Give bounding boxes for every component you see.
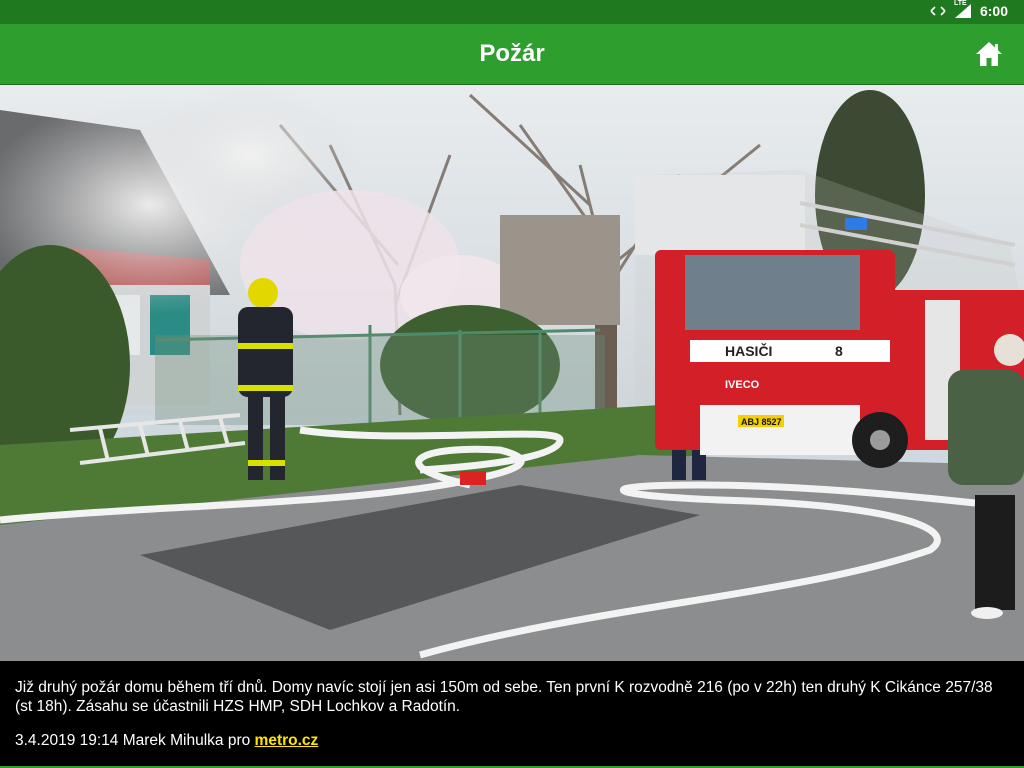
article-meta: 3.4.2019 19:14 Marek Mihulka pro metro.c… [15,732,318,750]
truck-brand: IVECO [725,379,760,391]
page-title: Požár [479,40,545,67]
app-bar: Požár [0,24,1024,85]
truck-door-label: HASIČI [725,342,772,359]
data-transfer-icon [930,5,946,17]
status-bar: LTE 6:00 [0,0,1024,24]
background-building [500,215,620,325]
hose-connector [460,471,486,485]
signal-icon: LTE [953,0,972,19]
license-plate: ABJ 8527 [741,417,782,427]
source-link[interactable]: metro.cz [255,732,319,749]
network-type-label: LTE [953,0,967,7]
caption-panel: Již druhý požár domu během tří dnů. Domy… [0,661,1024,768]
caption-text: Již druhý požár domu během tří dnů. Domy… [15,679,993,715]
clock: 6:00 [979,3,1008,19]
home-icon [976,42,1002,66]
status-icons: LTE 6:00 [930,0,1008,19]
date-author: 3.4.2019 19:14 Marek Mihulka pro [15,732,251,749]
home-button[interactable] [974,39,1004,69]
truck-number: 8 [835,343,843,359]
news-photo[interactable]: HASIČI 8 IVECO ABJ 8527 [0,85,1024,661]
